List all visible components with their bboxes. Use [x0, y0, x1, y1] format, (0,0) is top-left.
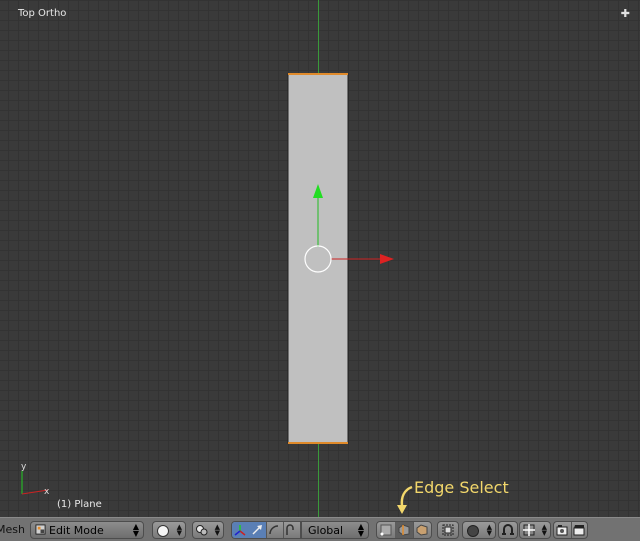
vertex-select-button[interactable]: [377, 522, 396, 538]
mode-select-value: Edit Mode: [49, 524, 104, 537]
mini-axis-x-label: x: [44, 487, 50, 497]
pivot-point-select[interactable]: ▲ ▼: [192, 521, 224, 539]
transform-orientation-select[interactable]: Global ▲ ▼: [301, 521, 369, 539]
mini-axis-y-label: y: [21, 462, 27, 472]
chevron-updown-icon: ▲ ▼: [541, 523, 547, 537]
face-select-icon: [416, 524, 428, 536]
manipulator-toggle-button[interactable]: [232, 522, 250, 538]
translate-arrow-icon: [252, 525, 262, 535]
transform-orientation-value: Global: [308, 524, 344, 537]
edit-mode-icon: [35, 524, 46, 535]
rotate-manipulator-button[interactable]: [266, 522, 284, 538]
occlude-geometry-icon: [442, 524, 454, 536]
manipulator-toggles: [231, 521, 301, 539]
solid-shading-icon: [157, 525, 169, 537]
mode-select[interactable]: Edit Mode ▲ ▼: [30, 521, 144, 539]
viewport-scene[interactable]: y x: [0, 0, 640, 517]
rotate-arc-icon: [269, 525, 279, 535]
3d-viewport[interactable]: y x Top Ortho ✚ (1) Plane Edge Select: [0, 0, 640, 517]
proportional-edit-icon: [467, 525, 479, 537]
manipulator-axes-icon: [234, 525, 246, 536]
vertex-select-icon: [380, 524, 392, 536]
translate-manipulator-button[interactable]: [249, 522, 267, 538]
edge-select-annotation: Edge Select: [414, 478, 509, 497]
chevron-updown-icon: ▲ ▼: [486, 523, 492, 537]
proportional-edit-select[interactable]: ▲ ▼: [462, 521, 496, 539]
manipulator-x-arrow-icon[interactable]: [380, 254, 394, 264]
render-icon: [556, 525, 568, 536]
scale-manipulator-button[interactable]: [283, 522, 301, 538]
opengl-render-animation-button[interactable]: [571, 522, 588, 538]
select-mode-group: [376, 521, 432, 539]
viewport-header: Mesh Edit Mode ▲ ▼ ▲ ▼ ▲ ▼ Global ▲ ▼ ▲ …: [0, 517, 640, 541]
annotation-arrow-icon: [400, 485, 413, 507]
chevron-updown-icon: ▲ ▼: [357, 522, 364, 538]
occlude-geometry-button[interactable]: [437, 521, 459, 539]
object-name: (1) Plane: [57, 499, 102, 510]
pivot-point-icon: [196, 525, 208, 536]
mesh-menu[interactable]: Mesh: [0, 523, 25, 541]
edge-select-button[interactable]: [395, 522, 414, 538]
snap-element-select[interactable]: ▲ ▼: [519, 521, 551, 539]
scale-icon: [286, 524, 294, 535]
shading-select[interactable]: ▲ ▼: [152, 521, 186, 539]
view-title: Top Ortho: [18, 8, 67, 19]
opengl-render-image-button[interactable]: [554, 522, 572, 538]
render-buttons: [553, 521, 588, 539]
plus-icon[interactable]: ✚: [621, 8, 630, 19]
edge-select-icon: [398, 524, 410, 536]
face-select-button[interactable]: [413, 522, 431, 538]
snap-element-icon: [523, 524, 535, 536]
chevron-updown-icon: ▲ ▼: [176, 523, 182, 537]
chevron-updown-icon: ▲ ▼: [214, 523, 220, 537]
snap-toggle-button[interactable]: [498, 521, 518, 539]
snap-icon: [502, 524, 514, 535]
chevron-updown-icon: ▲ ▼: [132, 522, 139, 538]
clapper-icon: [573, 525, 585, 536]
annotation-arrowhead-icon: [397, 505, 407, 514]
